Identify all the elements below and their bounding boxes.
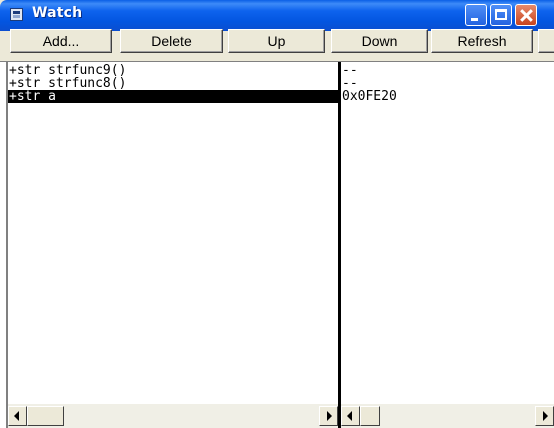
window-title: Watch bbox=[32, 5, 83, 21]
close-button[interactable] bbox=[515, 4, 537, 26]
scroll-right-arrow-icon[interactable] bbox=[319, 406, 338, 426]
watch-row-value[interactable]: 0x0FE20 bbox=[341, 90, 554, 103]
up-button[interactable]: Up bbox=[228, 29, 325, 53]
scroll-right-arrow-icon[interactable] bbox=[535, 406, 554, 426]
add-button[interactable]: Add... bbox=[10, 29, 112, 53]
expression-horizontal-scrollbar[interactable] bbox=[8, 404, 338, 428]
minimize-button[interactable] bbox=[465, 4, 487, 26]
maximize-button[interactable] bbox=[490, 4, 512, 26]
scroll-left-arrow-icon[interactable] bbox=[341, 406, 360, 426]
watch-row-value[interactable]: -- bbox=[341, 64, 554, 77]
watch-list: +str strfunc9() +str strfunc8() +str a -… bbox=[0, 61, 554, 428]
watch-row-expression[interactable]: +str strfunc8() bbox=[8, 77, 339, 90]
window-icon[interactable] bbox=[10, 8, 23, 21]
title-bar[interactable]: Watch bbox=[0, 0, 554, 31]
value-horizontal-scrollbar[interactable] bbox=[341, 404, 554, 428]
delete-button[interactable]: Delete bbox=[120, 29, 223, 53]
scroll-thumb[interactable] bbox=[27, 406, 64, 426]
expression-column[interactable]: +str strfunc9() +str strfunc8() +str a bbox=[8, 64, 339, 404]
value-column[interactable]: -- -- 0x0FE20 bbox=[341, 64, 554, 404]
scroll-thumb[interactable] bbox=[360, 406, 380, 426]
refresh-button[interactable]: Refresh bbox=[431, 29, 533, 53]
watch-row-expression-selected[interactable]: +str a bbox=[8, 90, 339, 103]
overflow-button[interactable] bbox=[538, 29, 554, 53]
watch-window: Watch Add... Delete Up Down Refresh +str… bbox=[0, 0, 554, 428]
scroll-left-arrow-icon[interactable] bbox=[8, 406, 27, 426]
down-button[interactable]: Down bbox=[331, 29, 428, 53]
